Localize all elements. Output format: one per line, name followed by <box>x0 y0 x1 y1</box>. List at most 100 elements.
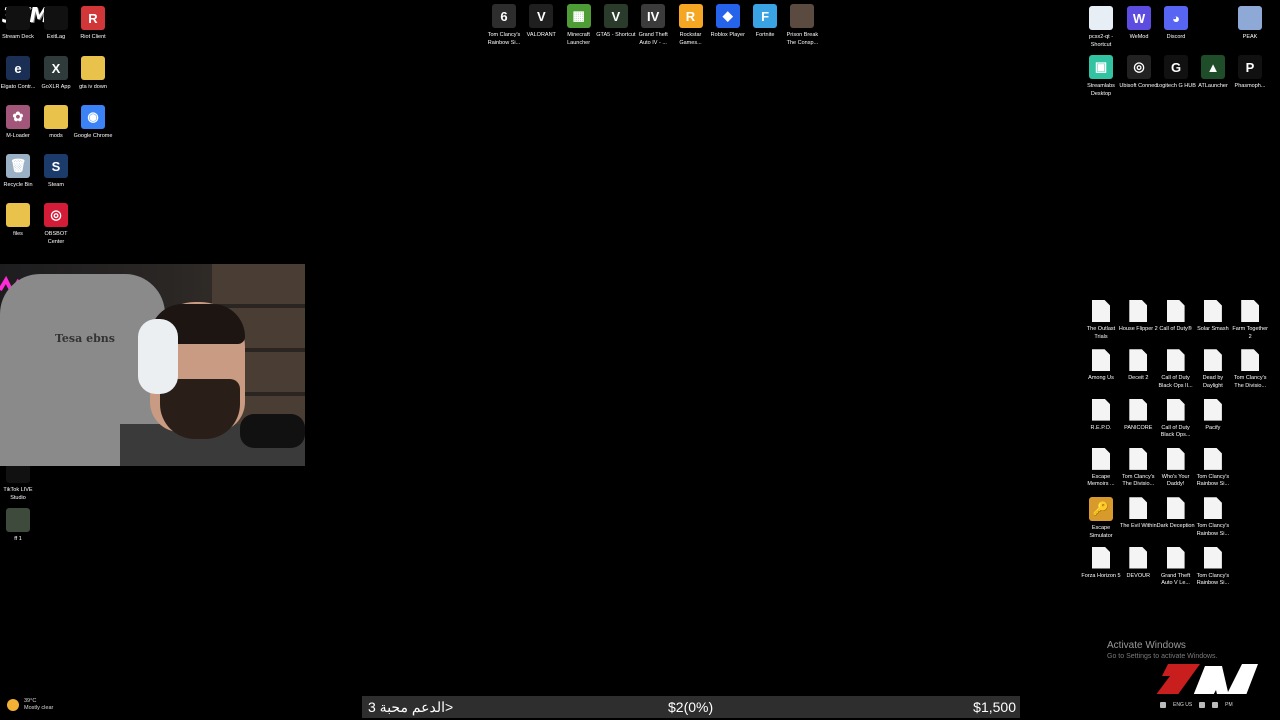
desktop-icon-label: Pacify <box>1205 424 1221 431</box>
desktop-icon-grand-theft-auto-v-le[interactable]: Grand Theft Auto V Le... <box>1156 546 1196 588</box>
fortnite-icon: F <box>753 4 778 28</box>
desktop-icon-minecraft-launcher[interactable]: ▦ Minecraft Launcher <box>559 4 599 47</box>
ubisoft-connect-icon: ◎ <box>1127 55 1151 79</box>
desktop-icon-google-chrome[interactable]: ◉ Google Chrome <box>73 105 113 141</box>
desktop-icon-grand-theft-auto-iv[interactable]: IV Grand Theft Auto IV - ... <box>633 4 673 47</box>
deceit-2-icon <box>1129 349 1148 372</box>
desktop-icon-discord[interactable]: ◕ Discord <box>1156 6 1196 42</box>
desktop-icon-panicore[interactable]: PANICORE <box>1118 398 1158 433</box>
desktop-icon-call-of-duty-black-ops[interactable]: Call of Duty Black Ops... <box>1156 398 1196 440</box>
desktop-icon-tom-clancy-s-rainbow-si[interactable]: Tom Clancy's Rainbow Si... <box>1193 497 1233 538</box>
desktop-icon-pcsx2-qt-shortcut[interactable]: pcsx2-qt - Shortcut <box>1081 6 1121 49</box>
desktop-icon-riot-client[interactable]: R Riot Client <box>73 6 113 42</box>
desktop-icon-label: Escape Memoirs ... <box>1087 473 1115 488</box>
obsbot-center-icon: ◎ <box>44 203 68 227</box>
desktop-icon-farm-together-2[interactable]: Farm Together 2 <box>1230 300 1270 341</box>
desktop-icon-escape-simulator[interactable]: 🔑 Escape Simulator <box>1081 497 1121 540</box>
desktop-icon-tom-clancy-s-rainbow-si[interactable]: Tom Clancy's Rainbow Si... <box>1193 546 1233 588</box>
desktop-icon-exitlag[interactable]: ExitLag <box>36 6 76 42</box>
desktop-icon-tom-clancy-s-the-divisio[interactable]: Tom Clancy's The Divisio... <box>1118 447 1158 489</box>
forza-horizon-5-icon <box>1092 546 1110 569</box>
desktop-icon-prison-break-the-consp[interactable]: Prison Break The Consp... <box>782 4 822 47</box>
desktop-icon-forza-horizon-5[interactable]: Forza Horizon 5 <box>1081 546 1121 581</box>
desktop-icon-call-of-duty-black-ops-ii[interactable]: Call of Duty Black Ops II... <box>1156 349 1196 390</box>
desktop-icon-wemod[interactable]: W WeMod <box>1119 6 1159 42</box>
desktop-icon-pacify[interactable]: Pacify <box>1193 398 1233 433</box>
desktop-icon-escape-memoirs[interactable]: Escape Memoirs ... <box>1081 447 1121 489</box>
farm-together-2-icon <box>1241 300 1260 322</box>
desktop-icon-label: Ubisoft Connect <box>1119 83 1159 89</box>
desktop-icon-files[interactable]: files <box>0 203 38 239</box>
desktop-icon-house-flipper-2[interactable]: House Flipper 2 <box>1118 300 1158 334</box>
desktop-icon-peak[interactable]: PEAK <box>1230 6 1270 42</box>
desktop-icon-obsbot-center[interactable]: ◎ OBSBOT Center <box>36 203 76 246</box>
mods-icon <box>44 105 68 129</box>
weather-description: Mostly clear <box>24 705 54 711</box>
donation-label: الدعم محبة 3> <box>368 699 454 715</box>
desktop-icon-tom-clancy-s-rainbow-si[interactable]: Tom Clancy's Rainbow Si... <box>1193 447 1233 489</box>
desktop-icon-gta5-shortcut[interactable]: V GTA5 - Shortcut <box>596 4 636 40</box>
desktop-icon-valorant[interactable]: V VALORANT <box>521 4 561 40</box>
pacify-icon <box>1203 398 1222 421</box>
desktop-icon-r-e-p-o[interactable]: R.E.P.O. <box>1081 398 1121 433</box>
desktop-icon-steam[interactable]: S Steam <box>36 154 76 190</box>
escape-simulator-icon: 🔑 <box>1089 497 1113 522</box>
tray-language[interactable]: ENG US <box>1173 702 1192 708</box>
desktop-icon-recycle-bin[interactable]: 🗑 Recycle Bin <box>0 154 38 190</box>
desktop-icon-rockstar-games[interactable]: R Rockstar Games... <box>671 4 711 47</box>
desktop-icon-who-s-your-daddy[interactable]: Who's Your Daddy! <box>1156 447 1196 489</box>
desktop-icon-gta-iv-down[interactable]: gta iv down <box>73 56 113 92</box>
desktop-icon-label: Tom Clancy's The Divisio... <box>1233 375 1267 389</box>
desktop-icon-dark-deception[interactable]: Dark Deception <box>1156 497 1196 531</box>
desktop-icon-atlauncher[interactable]: ▲ ATLauncher <box>1193 55 1233 91</box>
desktop-icon-streamlabs-desktop[interactable]: ▣ Streamlabs Desktop <box>1081 55 1121 98</box>
desktop-icon-label: Call of Duty® <box>1159 326 1192 332</box>
desktop-icon-label: Streamlabs Desktop <box>1087 83 1115 97</box>
volume-icon[interactable] <box>1212 702 1219 708</box>
weather-icon <box>7 699 19 711</box>
desktop-icon-label: PEAK <box>1242 34 1258 40</box>
desktop-icon-among-us[interactable]: Among Us <box>1081 349 1121 383</box>
desktop-icon-label: gta iv down <box>79 84 107 90</box>
desktop-icon-phasmoph[interactable]: P Phasmoph... <box>1230 55 1270 91</box>
desktop-icon-goxlr-app[interactable]: X GoXLR App <box>36 56 76 92</box>
desktop-icon-stream-deck[interactable]: Stream Deck <box>0 6 38 42</box>
desktop-icon-label: Escape Simulator <box>1089 525 1113 539</box>
desktop-icon-label: Fortnite <box>755 32 775 38</box>
donation-goal-bar: الدعم محبة 3> $2(0%) $1,500 <box>362 696 1020 718</box>
desktop-icon-tom-clancy-s-rainbow-si[interactable]: 6 Tom Clancy's Rainbow Si... <box>484 4 524 47</box>
desktop-icon-logitech-g-hub[interactable]: G Logitech G HUB <box>1156 55 1196 91</box>
recycle-bin-icon: 🗑 <box>6 154 30 178</box>
tom-clancy-s-rainbow-si-icon <box>1203 447 1222 470</box>
desktop-icon-the-evil-within[interactable]: The Evil Within <box>1118 497 1158 531</box>
tom-clancy-s-the-divisio-icon <box>1241 349 1260 372</box>
desktop-icon-mods[interactable]: mods <box>36 105 76 141</box>
desktop-icon-label: Who's Your Daddy! <box>1161 473 1190 488</box>
desktop-icon-m-loader[interactable]: ✿ M-Loader <box>0 105 38 141</box>
the-evil-within-icon <box>1129 497 1148 520</box>
among-us-icon <box>1092 349 1110 372</box>
desktop-icon-the-outlast-trials[interactable]: The Outlast Trials <box>1081 300 1121 341</box>
desktop-icon-deceit-2[interactable]: Deceit 2 <box>1118 349 1158 383</box>
tom-clancy-s-the-divisio-icon <box>1129 447 1148 470</box>
desktop-icon-solar-smash[interactable]: Solar Smash <box>1193 300 1233 334</box>
goxlr-app-icon: X <box>44 56 68 80</box>
desktop-icon-ubisoft-connect[interactable]: ◎ Ubisoft Connect <box>1119 55 1159 91</box>
webcam-overlay: Tesa ebns <box>0 264 305 466</box>
desktop-icon-call-of-duty[interactable]: Call of Duty® <box>1156 300 1196 334</box>
r-e-p-o-icon <box>1092 398 1110 421</box>
panicore-icon <box>1129 398 1148 421</box>
exitlag-icon <box>44 6 68 30</box>
desktop-icon-tom-clancy-s-the-divisio[interactable]: Tom Clancy's The Divisio... <box>1230 349 1270 390</box>
network-icon[interactable] <box>1199 702 1206 708</box>
desktop-icon-devour[interactable]: DEVOUR <box>1118 546 1158 581</box>
desktop-icon-dead-by-daylight[interactable]: Dead by Daylight <box>1193 349 1233 390</box>
desktop-icon-ff-1[interactable]: ff 1 <box>0 508 38 544</box>
tray-clock[interactable]: PM <box>1225 702 1233 708</box>
tray-chevron-icon[interactable] <box>1160 702 1166 708</box>
desktop-icon-roblox-player[interactable]: ◆ Roblox Player <box>708 4 748 40</box>
headset <box>138 319 178 394</box>
desktop-icon-elgato-contr[interactable]: e Elgato Contr... <box>0 56 38 92</box>
weather-widget[interactable]: 39°C Mostly clear <box>7 698 53 712</box>
desktop-icon-fortnite[interactable]: F Fortnite <box>745 4 785 40</box>
